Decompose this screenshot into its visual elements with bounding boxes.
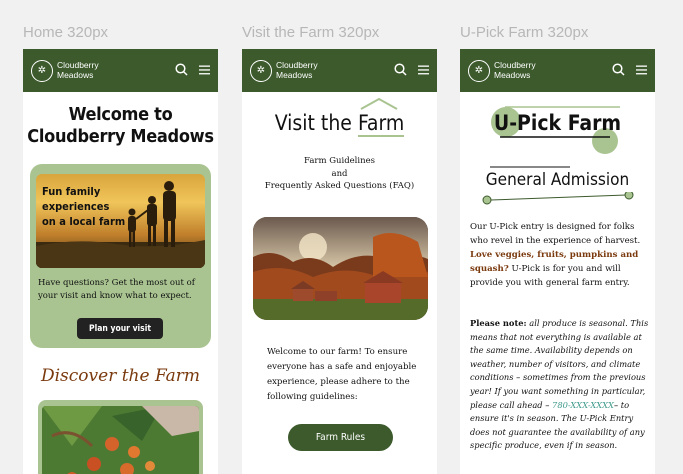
card-description: Have questions? Get the most out of your… (38, 278, 195, 301)
page-subtitle: Farm Guidelines and Frequently Asked Que… (264, 156, 415, 191)
brand-name: Cloudberry Meadows (494, 60, 536, 80)
home-frame: ✲ Cloudberry Meadows Welcome to Cloudberry… (23, 49, 218, 474)
frame-label-visit: Visit the Farm 320px (242, 24, 380, 41)
site-header: ✲ Cloudberry Meadows (242, 49, 437, 92)
roof-icon (360, 97, 398, 110)
logo-icon[interactable]: ✲ (31, 59, 53, 82)
admission-description: Our U-Pick entry is designed for folks w… (470, 222, 641, 288)
menu-icon[interactable] (418, 65, 429, 75)
visit-frame: ✲ Cloudberry Meadows Visit the Farm Farm … (242, 49, 437, 474)
seasonal-note: Please note: all produce is seasonal. Th… (470, 318, 649, 451)
farm-barn-image (253, 217, 428, 320)
search-icon[interactable] (394, 63, 407, 76)
brand-name: Cloudberry Meadows (57, 60, 99, 80)
heading-connector (482, 192, 634, 205)
search-icon[interactable] (612, 63, 625, 76)
page-title: Visit the Farm (274, 111, 405, 137)
phone-link[interactable]: 780-XXX-XXXX (552, 400, 614, 410)
farm-rules-button[interactable]: Farm Rules (288, 424, 393, 451)
plan-visit-button[interactable]: Plan your visit (77, 318, 163, 339)
logo-icon[interactable]: ✲ (468, 59, 490, 82)
page-title: U-Pick Farm (493, 111, 622, 135)
general-admission-heading: General Admission (485, 170, 630, 190)
plan-visit-card: Fun family experiences on a local farm H… (30, 164, 211, 348)
family-hero-image: Fun family experiences on a local farm (36, 174, 205, 268)
upick-frame: ✲ Cloudberry Meadows U-Pick Farm General … (460, 49, 655, 474)
discover-heading: Discover the Farm (40, 366, 200, 386)
site-header: ✲ Cloudberry Meadows (23, 49, 218, 92)
intro-text: Welcome to our farm! To ensure everyone … (267, 347, 417, 402)
frame-label-home: Home 320px (23, 24, 109, 41)
brand-name: Cloudberry Meadows (276, 60, 318, 80)
logo-icon[interactable]: ✲ (250, 59, 272, 82)
frame-label-upick: U-Pick Farm 320px (460, 24, 589, 41)
hero-caption: Fun family experiences on a local farm (42, 185, 126, 228)
peach-tree-image (42, 406, 199, 474)
page-title: Welcome to Cloudberry Meadows (27, 104, 214, 147)
discover-card (38, 400, 203, 474)
menu-icon[interactable] (199, 65, 210, 75)
menu-icon[interactable] (636, 65, 647, 75)
site-header: ✲ Cloudberry Meadows (460, 49, 655, 92)
search-icon[interactable] (175, 63, 188, 76)
